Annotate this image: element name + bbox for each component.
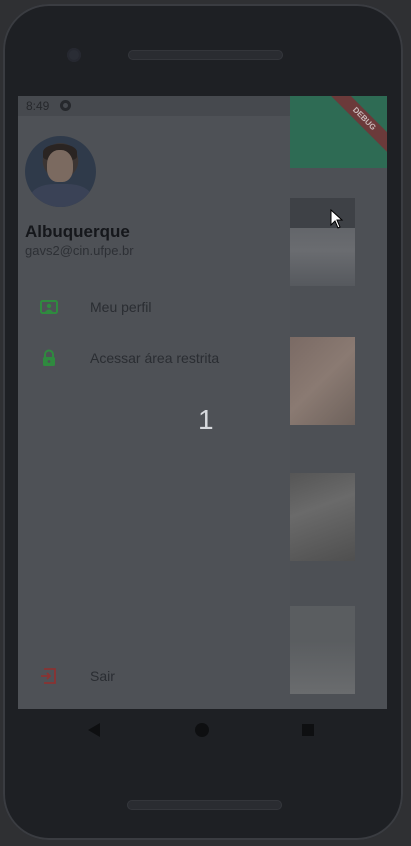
status-time: 8:49 <box>26 99 50 113</box>
list-item-image[interactable] <box>288 198 355 286</box>
bottom-speaker <box>127 800 282 810</box>
menu-item-logout[interactable]: Sair <box>18 653 290 699</box>
avatar[interactable] <box>25 136 96 207</box>
recent-apps-icon[interactable] <box>302 724 314 736</box>
menu-item-profile[interactable]: Meu perfil <box>18 284 290 330</box>
user-name: Albuquerque <box>25 222 130 241</box>
status-bar: 8:49 <box>18 96 290 116</box>
top-speaker <box>128 50 283 60</box>
system-navigation-bar <box>18 709 387 753</box>
profile-card-icon <box>40 300 58 314</box>
front-camera <box>67 48 81 62</box>
device-screen: DEBUG 8:49 Albuquerque gavs2@cin.ufpe.br… <box>18 96 387 709</box>
list-item-image[interactable] <box>288 337 355 425</box>
lock-icon <box>43 349 55 366</box>
back-icon[interactable] <box>88 723 100 737</box>
navigation-drawer: 8:49 Albuquerque gavs2@cin.ufpe.br Meu p… <box>18 96 290 709</box>
list-item-image[interactable] <box>288 606 355 694</box>
menu-item-restricted-area[interactable]: Acessar área restrita <box>18 335 290 381</box>
menu-item-label: Meu perfil <box>90 299 152 315</box>
logout-icon <box>41 668 56 684</box>
user-email: gavs2@cin.ufpe.br <box>25 243 134 258</box>
menu-item-label: Sair <box>90 668 115 684</box>
step-counter: 1 <box>198 404 214 435</box>
menu-item-label: Acessar área restrita <box>90 350 220 366</box>
list-item-image[interactable] <box>288 473 355 561</box>
home-icon[interactable] <box>195 723 209 737</box>
debug-banner: DEBUG <box>327 96 387 156</box>
mouse-cursor-icon <box>330 209 344 229</box>
data-saver-icon <box>60 100 71 111</box>
